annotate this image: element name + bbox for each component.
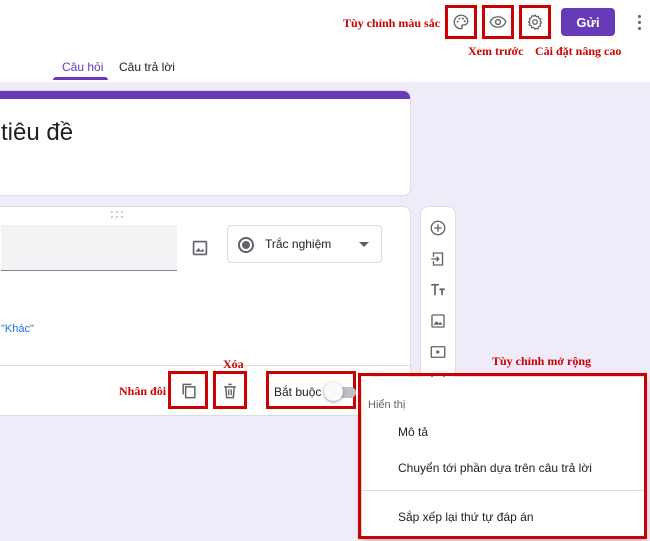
required-toggle-knob[interactable] (324, 382, 343, 401)
send-button[interactable]: Gửi (561, 8, 615, 36)
add-title-icon (431, 283, 445, 296)
question-input[interactable] (1, 225, 177, 271)
add-image-icon (431, 314, 445, 328)
add-video-button[interactable] (429, 343, 447, 361)
add-other-option-link[interactable]: "Khác" (1, 323, 34, 335)
tab-responses[interactable]: Câu trả lời (119, 60, 175, 74)
radio-button-icon (238, 237, 254, 253)
add-title-button[interactable] (429, 281, 447, 299)
question-footer-divider (0, 365, 410, 366)
delete-button[interactable] (219, 380, 241, 402)
side-toolbar (420, 206, 456, 394)
add-question-icon (430, 220, 446, 236)
eye-icon (489, 16, 507, 28)
annotation-preview: Xem trước (468, 44, 524, 58)
drag-handle-icon[interactable] (111, 211, 125, 219)
annotation-extended-options: Tùy chỉnh mở rộng (492, 354, 591, 368)
required-label: Bắt buộc (274, 385, 322, 399)
add-video-icon (430, 346, 446, 358)
title-accent-band (0, 91, 410, 99)
annotation-customize-color: Tùy chỉnh màu sắc (343, 16, 441, 30)
add-question-button[interactable] (429, 219, 447, 237)
more-vert-icon[interactable] (632, 10, 646, 34)
question-type-label: Trắc nghiệm (265, 237, 332, 251)
image-icon (192, 240, 208, 256)
form-title-card[interactable]: tiêu đề (0, 90, 411, 196)
palette-icon (453, 14, 469, 30)
palette-button[interactable] (450, 11, 472, 33)
question-type-select[interactable]: Trắc nghiệm (227, 225, 382, 263)
import-questions-icon (431, 252, 444, 266)
settings-button[interactable] (524, 11, 546, 33)
annotation-advanced-settings: Cài đặt nâng cao (535, 44, 622, 58)
annotation-delete: Xóa (223, 357, 244, 371)
active-tab-indicator (53, 77, 108, 80)
copy-icon (182, 383, 196, 399)
form-title[interactable]: tiêu đề (1, 119, 73, 147)
tab-questions[interactable]: Câu hỏi (62, 60, 103, 74)
gear-icon (527, 14, 543, 30)
add-image-tool-button[interactable] (429, 312, 447, 330)
add-image-button[interactable] (189, 237, 211, 259)
preview-button[interactable] (487, 11, 509, 33)
duplicate-button[interactable] (178, 380, 200, 402)
dropdown-arrow-icon (359, 242, 369, 247)
annotation-box-menu (358, 373, 647, 539)
trash-icon (224, 383, 236, 399)
import-questions-button[interactable] (429, 250, 447, 268)
annotation-duplicate: Nhân đôi (119, 384, 167, 398)
